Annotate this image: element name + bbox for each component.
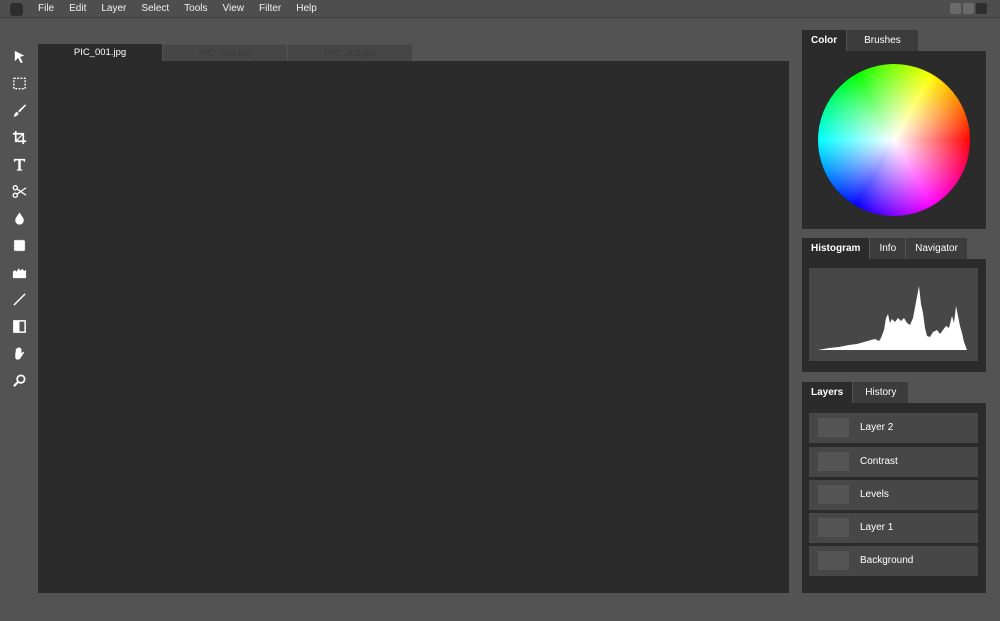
minimize-button[interactable] xyxy=(950,3,961,14)
brush-tool-button[interactable] xyxy=(10,101,28,119)
hand-tool-button[interactable] xyxy=(10,344,28,362)
histogram-panel-tabs: Histogram Info Navigator xyxy=(802,238,967,259)
stamp-tool-button[interactable] xyxy=(10,236,28,254)
arrow-cursor-icon xyxy=(14,50,24,63)
window-controls xyxy=(950,3,987,14)
stamp-icon xyxy=(13,239,25,251)
brush-icon xyxy=(12,103,26,117)
cut-tool-button[interactable] xyxy=(10,182,28,200)
text-t-icon xyxy=(13,158,25,171)
layer-name: Levels xyxy=(860,489,889,500)
gradient-tool-button[interactable] xyxy=(10,317,28,335)
blur-tool-button[interactable] xyxy=(10,209,28,227)
close-button[interactable] xyxy=(976,3,987,14)
tab-history[interactable]: History xyxy=(853,382,909,403)
color-panel xyxy=(802,51,986,229)
levels-icon xyxy=(12,267,26,278)
menu-edit[interactable]: Edit xyxy=(69,0,86,18)
menu-bar: File Edit Layer Select Tools View Filter… xyxy=(0,0,1000,18)
maximize-button[interactable] xyxy=(963,3,974,14)
menu-file[interactable]: File xyxy=(38,0,54,18)
layer-row-layer-2[interactable]: Layer 2 xyxy=(809,413,978,443)
menu-items: File Edit Layer Select Tools View Filter… xyxy=(38,0,332,18)
line-icon xyxy=(12,292,26,306)
tab-navigator[interactable]: Navigator xyxy=(906,238,967,259)
menu-tools[interactable]: Tools xyxy=(184,0,207,18)
layer-thumbnail xyxy=(818,551,849,570)
menu-layer[interactable]: Layer xyxy=(101,0,126,18)
histogram-panel xyxy=(802,259,986,372)
layer-thumbnail xyxy=(818,485,849,504)
histogram-tool-button[interactable] xyxy=(10,263,28,281)
histogram-display xyxy=(809,268,978,361)
crop-tool-button[interactable] xyxy=(10,128,28,146)
crop-icon xyxy=(12,130,26,144)
scissors-icon xyxy=(12,184,26,198)
dashed-rectangle-icon xyxy=(12,77,26,89)
layer-row-layer-1[interactable]: Layer 1 xyxy=(809,513,978,543)
tab-layers[interactable]: Layers xyxy=(802,382,853,403)
gradient-icon xyxy=(12,319,26,333)
doc-tab-pic-003[interactable]: PIC_003.jpg xyxy=(288,44,412,61)
app-logo-icon xyxy=(10,3,23,16)
menu-view[interactable]: View xyxy=(223,0,245,18)
layer-name: Background xyxy=(860,555,914,566)
layer-name: Contrast xyxy=(860,456,898,467)
layers-panel: Layer 2 Contrast Levels Layer 1 Backgrou… xyxy=(802,403,986,593)
menu-help[interactable]: Help xyxy=(296,0,317,18)
magnifier-icon xyxy=(12,374,25,387)
hand-icon xyxy=(14,346,24,360)
layer-name: Layer 1 xyxy=(860,522,894,533)
doc-tab-pic-002[interactable]: PIC_002.jpg xyxy=(163,44,287,61)
image-canvas[interactable] xyxy=(38,61,789,593)
layer-row-contrast[interactable]: Contrast xyxy=(809,447,978,477)
layer-row-levels[interactable]: Levels xyxy=(809,480,978,510)
drop-icon xyxy=(14,211,24,225)
layer-thumbnail xyxy=(818,418,849,437)
marquee-tool-button[interactable] xyxy=(10,74,28,92)
layer-thumbnail xyxy=(818,452,849,471)
color-panel-tabs: Color Brushes xyxy=(802,30,918,51)
move-tool-button[interactable] xyxy=(10,47,28,65)
document-tabs: PIC_001.jpg PIC_002.jpg PIC_003.jpg xyxy=(38,44,413,61)
line-tool-button[interactable] xyxy=(10,290,28,308)
menu-select[interactable]: Select xyxy=(141,0,169,18)
tab-info[interactable]: Info xyxy=(870,238,906,259)
text-tool-button[interactable] xyxy=(10,155,28,173)
color-wheel[interactable] xyxy=(818,64,970,216)
doc-tab-pic-001[interactable]: PIC_001.jpg xyxy=(38,44,162,61)
menu-filter[interactable]: Filter xyxy=(259,0,281,18)
layers-panel-tabs: Layers History xyxy=(802,382,909,403)
zoom-tool-button[interactable] xyxy=(10,371,28,389)
histogram-graph xyxy=(818,286,967,350)
layer-name: Layer 2 xyxy=(860,422,894,433)
layer-thumbnail xyxy=(818,518,849,537)
tab-brushes[interactable]: Brushes xyxy=(847,30,918,51)
layer-row-background[interactable]: Background xyxy=(809,546,978,576)
tab-color[interactable]: Color xyxy=(802,30,847,51)
tab-histogram[interactable]: Histogram xyxy=(802,238,870,259)
